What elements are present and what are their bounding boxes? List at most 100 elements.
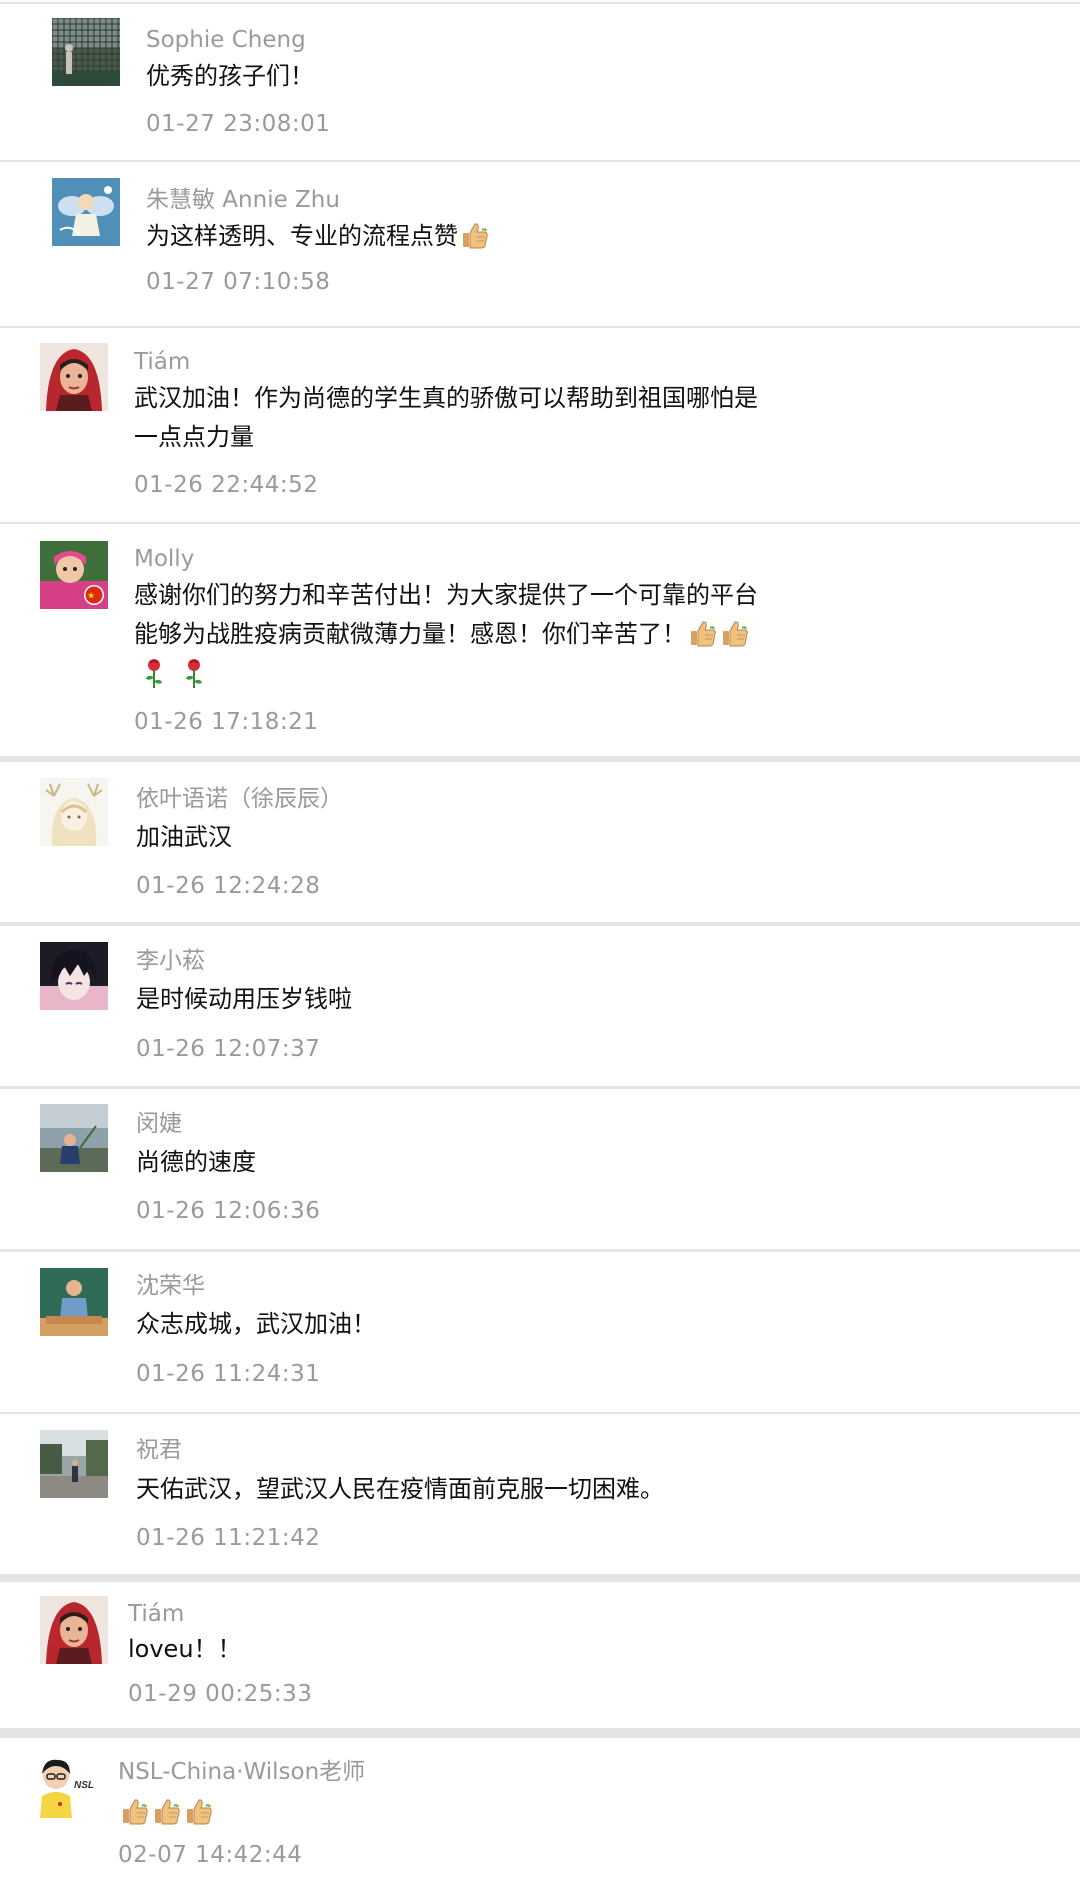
comment-line: 天佑武汉，望武汉人民在疫情面前克服一切困难。 bbox=[136, 1470, 664, 1509]
avatar-deer-girl-sketch-icon bbox=[40, 778, 108, 846]
commenter-name[interactable]: Molly bbox=[134, 545, 194, 573]
comment-line-text: 为这样透明、专业的流程点赞 bbox=[146, 222, 458, 250]
comment-line: 能够为战胜疫病贡献微薄力量！感恩！你们辛苦了！ bbox=[134, 615, 758, 654]
comment-line-text: 优秀的孩子们！ bbox=[146, 62, 314, 90]
avatar[interactable]: NSL bbox=[32, 1752, 100, 1820]
comment-text bbox=[118, 1793, 214, 1832]
comment-line: 是时候动用压岁钱啦 bbox=[136, 980, 352, 1019]
comment-timestamp: 01-26 11:21:42 bbox=[136, 1525, 321, 1551]
comment-line-text: 是时候动用压岁钱啦 bbox=[136, 985, 352, 1013]
comment-line: loveu！！ bbox=[128, 1630, 242, 1669]
comment-text: 感谢你们的努力和辛苦付出！为大家提供了一个可靠的平台 能够为战胜疫病贡献微薄力量！… bbox=[134, 576, 758, 693]
avatar-child-outdoor-icon bbox=[40, 1104, 108, 1172]
comment-text: 天佑武汉，望武汉人民在疫情面前克服一切困难。 bbox=[136, 1470, 664, 1509]
comment-line: 为这样透明、专业的流程点赞 bbox=[146, 217, 490, 256]
thumbs-up-icon bbox=[152, 1796, 182, 1826]
comment-line: 感谢你们的努力和辛苦付出！为大家提供了一个可靠的平台 bbox=[134, 576, 758, 615]
comment-line-text: 尚德的速度 bbox=[136, 1148, 256, 1176]
commenter-name[interactable]: 朱慧敏 Annie Zhu bbox=[146, 186, 340, 214]
avatar[interactable] bbox=[40, 541, 108, 609]
divider bbox=[0, 1574, 1080, 1582]
comment-emoji-line bbox=[134, 654, 758, 693]
comment-item[interactable]: 依叶语诺（徐辰辰） 加油武汉 01-26 12:24:28 bbox=[0, 762, 1080, 922]
avatar[interactable] bbox=[40, 1104, 108, 1172]
comment-line-text: loveu！！ bbox=[128, 1635, 242, 1663]
comment-timestamp: 01-27 23:08:01 bbox=[146, 111, 331, 137]
avatar-girl-flag-icon bbox=[40, 541, 108, 609]
comment-timestamp: 01-26 12:24:28 bbox=[136, 873, 321, 899]
avatar[interactable] bbox=[52, 178, 120, 246]
commenter-name[interactable]: Sophie Cheng bbox=[146, 26, 306, 54]
comment-item[interactable]: NSL NSL-China·Wilson老师 02-07 14:42:44 bbox=[0, 1738, 1080, 1891]
comment-text: loveu！！ bbox=[128, 1630, 242, 1669]
comment-timestamp: 01-27 07:10:58 bbox=[146, 269, 331, 295]
comment-line-text: 加油武汉 bbox=[136, 823, 232, 851]
comment-text: 加油武汉 bbox=[136, 818, 232, 857]
avatar[interactable] bbox=[40, 343, 108, 411]
avatar-teacher-blackboard-icon bbox=[40, 1268, 108, 1336]
comment-line: 武汉加油！作为尚德的学生真的骄傲可以帮助到祖国哪怕是 bbox=[134, 379, 758, 418]
comment-text: 武汉加油！作为尚德的学生真的骄傲可以帮助到祖国哪怕是 一点点力量 bbox=[134, 379, 758, 457]
commenter-name[interactable]: NSL-China·Wilson老师 bbox=[118, 1758, 365, 1786]
commenter-name[interactable]: Tiám bbox=[128, 1600, 184, 1628]
comment-text: 优秀的孩子们！ bbox=[146, 57, 314, 96]
avatar-park-photo-icon bbox=[40, 1430, 108, 1498]
comment-item[interactable]: 闵婕尚德的速度 01-26 12:06:36 bbox=[0, 1089, 1080, 1249]
comment-timestamp: 01-26 12:07:37 bbox=[136, 1036, 321, 1062]
commenter-name[interactable]: 李小菘 bbox=[136, 947, 205, 975]
comment-timestamp: 01-26 17:18:21 bbox=[134, 709, 319, 735]
avatar[interactable] bbox=[40, 1430, 108, 1498]
comment-line-text: 武汉加油！作为尚德的学生真的骄傲可以帮助到祖国哪怕是 bbox=[134, 384, 758, 412]
commenter-name[interactable]: 沈荣华 bbox=[136, 1272, 205, 1300]
avatar[interactable] bbox=[40, 1596, 108, 1664]
rose-icon bbox=[182, 657, 206, 689]
commenter-name[interactable]: 依叶语诺（徐辰辰） bbox=[136, 785, 343, 813]
comment-timestamp: 01-26 22:44:52 bbox=[134, 472, 319, 498]
comment-line: 加油武汉 bbox=[136, 818, 232, 857]
avatar-angel-cartoon-icon bbox=[52, 178, 120, 246]
thumbs-up-icon bbox=[688, 618, 718, 648]
comment-line-text: 众志成城，武汉加油！ bbox=[136, 1310, 376, 1338]
rose-icon bbox=[142, 657, 166, 689]
commenter-name[interactable]: 闵婕 bbox=[136, 1110, 182, 1138]
comment-timestamp: 01-26 11:24:31 bbox=[136, 1361, 321, 1387]
avatar[interactable] bbox=[40, 778, 108, 846]
commenter-name[interactable]: Tiám bbox=[134, 348, 190, 376]
avatar-anime-boy-icon bbox=[40, 942, 108, 1010]
comment-item[interactable]: 朱慧敏 Annie Zhu 为这样透明、专业的流程点赞 01-27 07:10:58 bbox=[0, 162, 1080, 326]
comment-timestamp: 02-07 14:42:44 bbox=[118, 1842, 303, 1868]
comment-line: 众志成城，武汉加油！ bbox=[136, 1305, 376, 1344]
avatar[interactable] bbox=[40, 942, 108, 1010]
comment-item[interactable]: Molly 感谢你们的努力和辛苦付出！为大家提供了一个可靠的平台 能够为战胜疫病贡献… bbox=[0, 524, 1080, 756]
comment-item[interactable]: Tiám 武汉加油！作为尚德的学生真的骄傲可以帮助到祖国哪怕是 一点点力量 01-26… bbox=[0, 328, 1080, 521]
comment-line-text: 天佑武汉，望武汉人民在疫情面前克服一切困难。 bbox=[136, 1475, 664, 1503]
avatar-red-hood-girl-icon bbox=[40, 1596, 108, 1664]
svg-text:NSL: NSL bbox=[74, 1780, 94, 1791]
comment-text: 是时候动用压岁钱啦 bbox=[136, 980, 352, 1019]
comment-item[interactable]: 沈荣华众志成城，武汉加油！ 01-26 11:24:31 bbox=[0, 1252, 1080, 1412]
avatar[interactable] bbox=[40, 1268, 108, 1336]
comment-text: 尚德的速度 bbox=[136, 1143, 256, 1182]
thumbs-up-icon bbox=[720, 618, 750, 648]
avatar-cartoon-teacher-nsl-icon: NSL bbox=[32, 1752, 100, 1820]
avatar-tennis-court-photo-icon bbox=[52, 18, 120, 86]
comment-line-text: 感谢你们的努力和辛苦付出！为大家提供了一个可靠的平台 bbox=[134, 581, 758, 609]
comment-line-text: 一点点力量 bbox=[134, 423, 254, 451]
comment-timestamp: 01-26 12:06:36 bbox=[136, 1198, 321, 1224]
comment-item[interactable]: Tiám loveu！！ 01-29 00:25:33 bbox=[0, 1582, 1080, 1728]
thumbs-up-icon bbox=[120, 1796, 150, 1826]
comment-item[interactable]: 祝君天佑武汉，望武汉人民在疫情面前克服一切困难。 01-26 11:21:42 bbox=[0, 1414, 1080, 1574]
comment-item[interactable]: 李小菘是时候动用压岁钱啦 01-26 12:07:37 bbox=[0, 926, 1080, 1086]
thumbs-up-icon bbox=[184, 1796, 214, 1826]
comment-timestamp: 01-29 00:25:33 bbox=[128, 1681, 313, 1707]
comment-line-text: 能够为战胜疫病贡献微薄力量！感恩！你们辛苦了！ bbox=[134, 620, 686, 648]
comment-line: 尚德的速度 bbox=[136, 1143, 256, 1182]
avatar[interactable] bbox=[52, 18, 120, 86]
commenter-name[interactable]: 祝君 bbox=[136, 1436, 182, 1464]
comment-text: 众志成城，武汉加油！ bbox=[136, 1305, 376, 1344]
comment-text: 为这样透明、专业的流程点赞 bbox=[146, 217, 490, 256]
thumbs-up-icon bbox=[460, 220, 490, 250]
comment-list: Sophie Cheng 优秀的孩子们！ 01-27 23:08:01 朱慧敏 Ann… bbox=[0, 0, 1080, 1891]
comment-item[interactable]: Sophie Cheng 优秀的孩子们！ 01-27 23:08:01 bbox=[0, 4, 1080, 160]
comment-line: 一点点力量 bbox=[134, 418, 758, 457]
